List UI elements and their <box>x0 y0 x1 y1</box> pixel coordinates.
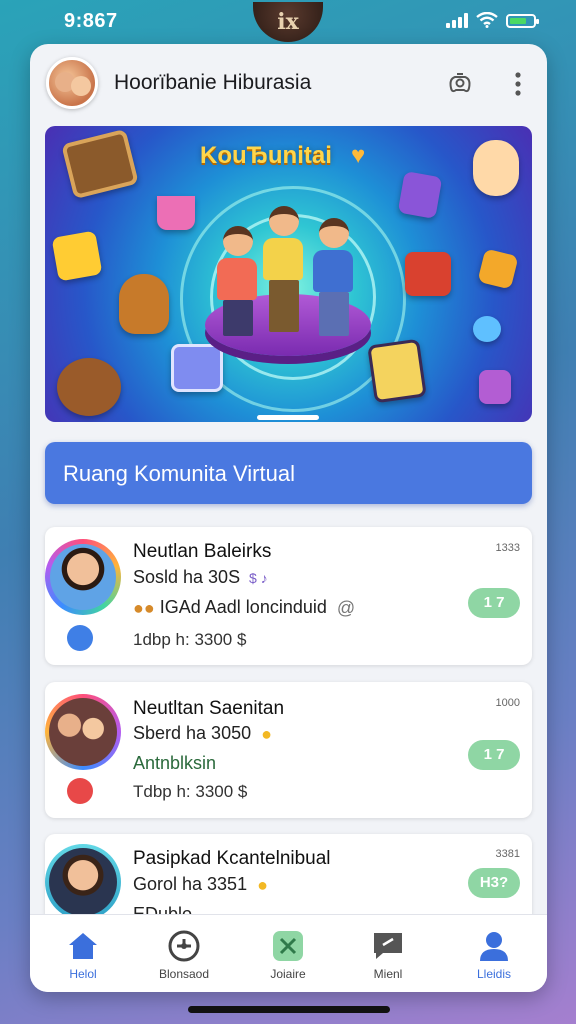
signal-icon <box>446 12 468 28</box>
nav-profile-label: Lleidis <box>476 967 512 981</box>
game-icon <box>271 929 305 963</box>
contact-status: Sberd ha 3050 ● <box>133 723 272 744</box>
heart-icon: ♥ <box>351 142 366 169</box>
map-pin-card-icon <box>367 338 427 404</box>
tablet-icon <box>397 171 443 219</box>
monkey-character-icon <box>57 358 121 416</box>
home-indicator[interactable] <box>188 1006 390 1013</box>
bear-emoji-icon: ●● <box>133 597 160 618</box>
bubble-icon <box>473 316 501 342</box>
notch-logo: ix <box>253 2 323 42</box>
message-icon <box>371 929 405 963</box>
nav-home-label: Helol <box>69 967 97 981</box>
banner-title: KouЂunitai <box>200 142 332 169</box>
character-cart-icon <box>157 196 195 230</box>
list-item[interactable]: Neutltan Saenitan Sberd ha 3050 ● Antnbl… <box>45 682 532 818</box>
wifi-icon <box>476 12 498 28</box>
nav-home[interactable]: Helol <box>43 929 123 981</box>
smiley-emoji-icon: ● <box>256 723 272 744</box>
lion-character-icon <box>119 274 169 334</box>
list-item[interactable]: Neutlan Baleirks Sosld ha 30S $ ♪ ●● IGA… <box>45 527 532 665</box>
contact-detail: 1dbp h: 3300 $ <box>133 630 247 649</box>
contact-detail: Tdbp h: 3300 $ <box>133 782 248 801</box>
message-time: 1000 <box>495 697 520 709</box>
status-time: 9:867 <box>64 10 118 32</box>
character-boy-right <box>313 218 355 336</box>
presence-dot <box>67 778 93 804</box>
unread-badge[interactable]: 1 7 <box>468 740 520 770</box>
contact-message: ●● IGAd Aadl loncinduid @ <box>133 597 356 618</box>
app-container: Hoorïbanie Hiburasia KouЂunitai ♥ Ruang … <box>30 44 547 992</box>
contact-status: Sosld ha 30S $ ♪ <box>133 567 268 587</box>
reaction-icon: @ <box>331 597 356 618</box>
tv-icon <box>51 230 103 282</box>
message-time: 3381 <box>495 848 520 860</box>
character-girl <box>217 226 259 336</box>
presence-dot <box>67 625 93 651</box>
avatar[interactable] <box>45 844 121 920</box>
more-options-icon[interactable] <box>502 68 534 100</box>
gamepad-icon[interactable] <box>444 68 476 100</box>
message-time: 1333 <box>495 542 520 554</box>
laptop-icon <box>171 344 223 392</box>
avatar[interactable] <box>45 694 121 770</box>
contact-name: Neutlan Baleirks <box>133 541 272 562</box>
app-header: Hoorïbanie Hiburasia <box>30 44 547 124</box>
sign-board-icon <box>61 128 139 200</box>
music-icon <box>479 370 511 404</box>
virtual-community-button[interactable]: Ruang Komunita Virtual <box>45 442 532 504</box>
nav-messages[interactable]: Mienl <box>348 929 428 981</box>
profile-icon <box>477 929 511 963</box>
hero-banner[interactable]: KouЂunitai ♥ <box>45 126 532 422</box>
nav-profile[interactable]: Lleidis <box>454 929 534 981</box>
contact-name: Neutltan Saenitan <box>133 698 285 719</box>
carousel-indicator <box>257 415 319 420</box>
unread-badge[interactable]: H3? <box>468 868 520 898</box>
cupid-character-icon <box>473 140 519 196</box>
nav-games-label: Joiaire <box>270 967 306 981</box>
contact-message: Antnblksin <box>133 753 217 773</box>
tag-icon <box>477 248 519 290</box>
unread-badge[interactable]: 1 7 <box>468 588 520 618</box>
avatar[interactable] <box>45 539 121 615</box>
profile-avatar[interactable] <box>46 57 98 109</box>
app-title: Hoorïbanie Hiburasia <box>114 71 312 94</box>
bottom-navigation: Helol Blonsaod Joiaire Mienl Lleidis <box>30 914 547 992</box>
music-note-icon: $ ♪ <box>245 570 268 587</box>
chat-box-icon <box>405 252 451 296</box>
compass-icon <box>167 929 201 963</box>
nav-messages-label: Mienl <box>373 967 403 981</box>
nav-browse-label: Blonsaod <box>158 967 210 981</box>
battery-icon <box>506 14 539 28</box>
contact-status: Gorol ha 3351 ● <box>133 874 268 895</box>
virtual-community-label: Ruang Komunita Virtual <box>63 461 295 486</box>
status-icons <box>446 12 539 28</box>
home-icon <box>66 929 100 963</box>
status-bar: 9:867 ix <box>0 0 576 42</box>
contact-name: Pasipkad Kcantelnibual <box>133 848 331 869</box>
nav-games[interactable]: Joiaire <box>248 929 328 981</box>
smiley-emoji-icon: ● <box>252 874 268 895</box>
nav-browse[interactable]: Blonsaod <box>144 929 224 981</box>
character-boy-center <box>263 206 305 332</box>
